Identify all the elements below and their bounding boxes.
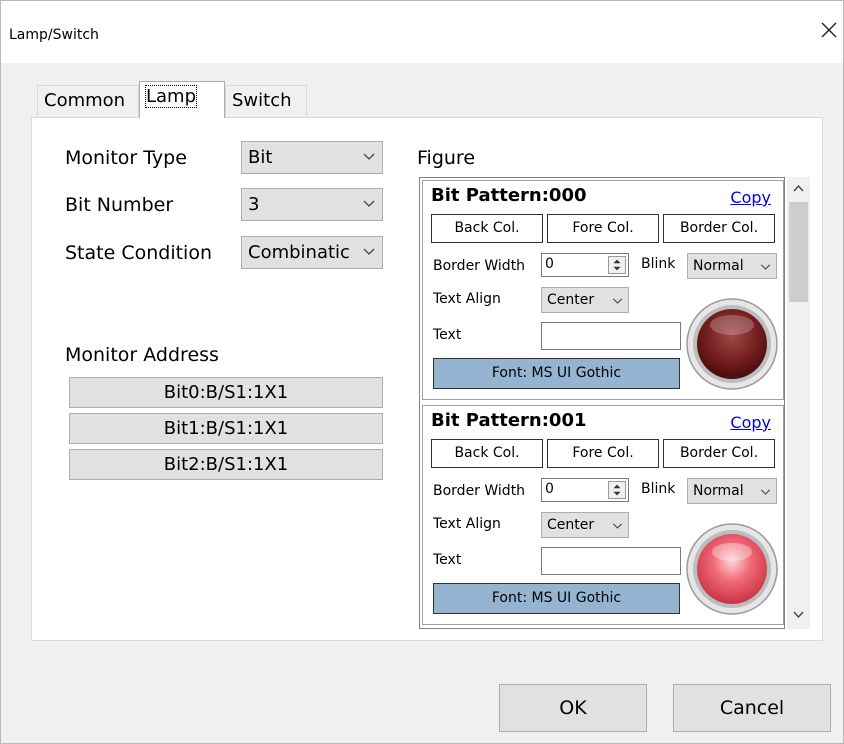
text-input[interactable] [541, 547, 681, 575]
figure-pattern-list: Bit Pattern:000 Copy Back Col. Fore Col.… [419, 177, 785, 629]
monitor-address-item[interactable]: Bit0:B/S1:1X1 [69, 377, 383, 408]
tab-switch-label: Switch [232, 90, 292, 111]
bit-number-value: 3 [248, 194, 260, 215]
copy-link[interactable]: Copy [730, 188, 771, 207]
title-bar: Lamp/Switch [1, 1, 843, 63]
window-title: Lamp/Switch [9, 27, 99, 43]
text-label: Text [433, 552, 462, 568]
monitor-address-item[interactable]: Bit1:B/S1:1X1 [69, 413, 383, 444]
chevron-down-icon [363, 200, 375, 207]
back-col-button[interactable]: Back Col. [431, 439, 543, 468]
scroll-down-icon[interactable] [791, 607, 806, 622]
text-align-label: Text Align [433, 291, 501, 307]
border-width-value: 0 [545, 256, 554, 272]
figure-label: Figure [417, 147, 476, 169]
monitor-type-value: Bit [248, 147, 273, 168]
chevron-down-icon [760, 489, 771, 495]
bit-pattern-panel: Bit Pattern:000 Copy Back Col. Fore Col.… [422, 180, 784, 400]
ok-button[interactable]: OK [499, 684, 647, 732]
chevron-down-icon [760, 264, 771, 270]
text-input[interactable] [541, 322, 681, 350]
text-align-label: Text Align [433, 516, 501, 532]
tab-common[interactable]: Common [37, 85, 139, 117]
scrollbar-thumb[interactable] [789, 202, 808, 302]
bit-number-select[interactable]: 3 [241, 188, 383, 221]
tab-common-label: Common [44, 90, 126, 111]
chevron-down-icon [360, 242, 378, 260]
fore-col-button[interactable]: Fore Col. [547, 439, 659, 468]
text-align-value: Center [547, 292, 595, 308]
cancel-button[interactable]: Cancel [673, 684, 831, 732]
monitor-type-select[interactable]: Bit [241, 141, 383, 174]
text-align-value: Center [547, 517, 595, 533]
border-width-spinner[interactable]: 0 [541, 478, 629, 502]
blink-select[interactable]: Normal [687, 478, 777, 504]
chevron-down-icon [612, 298, 623, 304]
blink-value: Normal [693, 258, 744, 274]
lamp-on-preview-icon [686, 523, 778, 615]
fore-col-button[interactable]: Fore Col. [547, 214, 659, 243]
font-button[interactable]: Font: MS UI Gothic [433, 583, 680, 614]
state-condition-value: Combinatic [248, 242, 350, 263]
border-width-value: 0 [545, 481, 554, 497]
text-label: Text [433, 327, 462, 343]
border-width-label: Border Width [433, 258, 526, 274]
monitor-address-label: Monitor Address [65, 344, 219, 366]
bit-pattern-title: Bit Pattern:000 [431, 185, 587, 206]
spin-updown-icon[interactable] [608, 256, 626, 274]
bit-pattern-title: Bit Pattern:001 [431, 410, 587, 431]
back-col-button[interactable]: Back Col. [431, 214, 543, 243]
spin-updown-icon[interactable] [608, 481, 626, 499]
state-condition-select[interactable]: Combinatic [241, 236, 383, 269]
border-width-spinner[interactable]: 0 [541, 253, 629, 277]
close-icon [821, 22, 837, 38]
lamp-switch-dialog: Lamp/Switch Common Lamp Switch Monitor T… [0, 0, 844, 744]
blink-label: Blink [641, 481, 676, 497]
text-align-select[interactable]: Center [541, 512, 629, 538]
bit-number-label: Bit Number [65, 194, 174, 216]
border-width-label: Border Width [433, 483, 526, 499]
text-align-select[interactable]: Center [541, 287, 629, 313]
chevron-down-icon [363, 153, 375, 160]
border-col-button[interactable]: Border Col. [663, 439, 775, 468]
state-condition-label: State Condition [65, 242, 212, 264]
tab-lamp[interactable]: Lamp [139, 81, 225, 118]
border-col-button[interactable]: Border Col. [663, 214, 775, 243]
close-button[interactable] [817, 21, 841, 45]
scroll-up-icon[interactable] [791, 181, 806, 196]
monitor-type-label: Monitor Type [65, 147, 187, 169]
tab-switch[interactable]: Switch [225, 85, 307, 117]
copy-link[interactable]: Copy [730, 413, 771, 432]
monitor-address-item[interactable]: Bit2:B/S1:1X1 [69, 449, 383, 480]
figure-scrollbar[interactable] [787, 177, 810, 629]
blink-select[interactable]: Normal [687, 253, 777, 279]
chevron-down-icon [612, 523, 623, 529]
tab-lamp-label: Lamp [144, 85, 198, 108]
blink-value: Normal [693, 483, 744, 499]
bit-pattern-panel: Bit Pattern:001 Copy Back Col. Fore Col.… [422, 405, 784, 625]
font-button[interactable]: Font: MS UI Gothic [433, 358, 680, 389]
lamp-off-preview-icon [686, 298, 778, 390]
blink-label: Blink [641, 256, 676, 272]
